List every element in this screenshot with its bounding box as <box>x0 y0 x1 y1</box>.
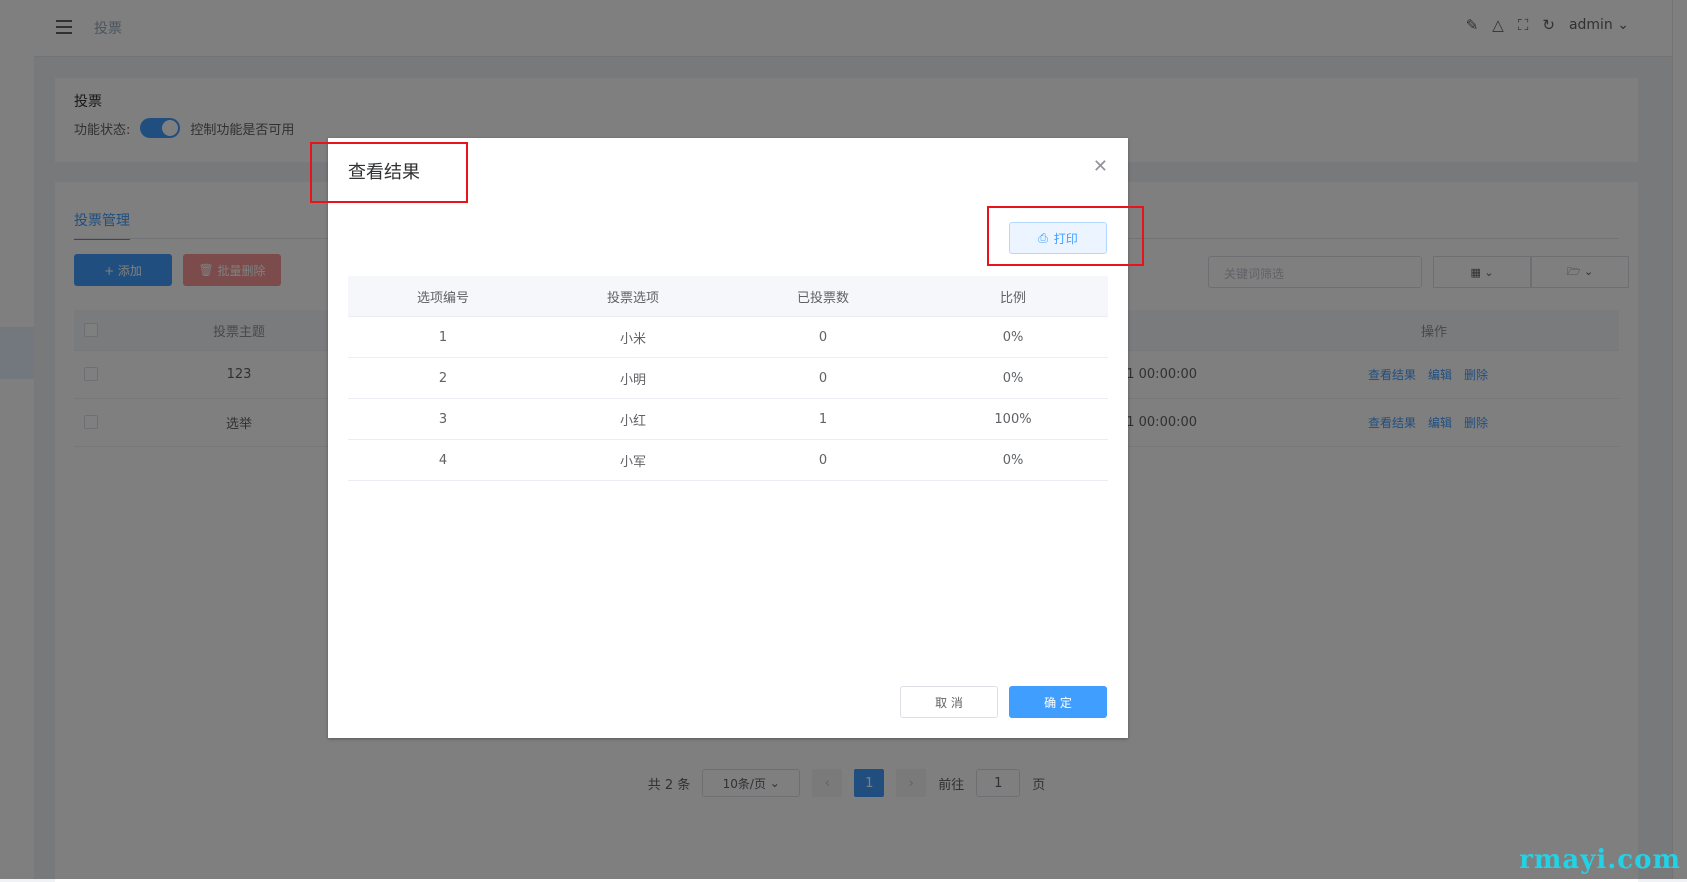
cell-option: 小军 <box>619 454 646 470</box>
cell-option: 小红 <box>619 413 646 429</box>
close-icon[interactable]: ✕ <box>1093 156 1108 177</box>
cell-option: 小米 <box>619 331 646 347</box>
cell-ratio: 0% <box>1002 452 1024 468</box>
cell-option: 小明 <box>619 372 646 388</box>
cell-option-id: 1 <box>438 329 448 345</box>
cell-ratio: 0% <box>1002 370 1024 386</box>
result-table-header: 选项编号 投票选项 已投票数 比例 <box>348 276 1108 317</box>
cell-option-id: 3 <box>438 411 448 427</box>
cell-vote-count: 0 <box>818 329 828 345</box>
col-option-id: 选项编号 <box>416 290 469 306</box>
cell-option-id: 2 <box>438 370 448 386</box>
col-ratio: 比例 <box>999 290 1026 306</box>
confirm-button[interactable]: 确 定 <box>1009 686 1107 718</box>
table-row: 4 小军 0 0% <box>348 440 1108 481</box>
cell-vote-count: 0 <box>818 452 828 468</box>
cell-option-id: 4 <box>438 452 448 468</box>
table-row: 3 小红 1 100% <box>348 399 1108 440</box>
cancel-button[interactable]: 取 消 <box>900 686 998 718</box>
watermark: rmayi.com <box>1519 845 1681 875</box>
cell-vote-count: 0 <box>818 370 828 386</box>
highlight-box-print <box>987 206 1144 266</box>
cell-ratio: 0% <box>1002 329 1024 345</box>
table-row: 2 小明 0 0% <box>348 358 1108 399</box>
result-table: 选项编号 投票选项 已投票数 比例 1 小米 0 0% 2 小明 0 0% 3 … <box>348 276 1108 481</box>
highlight-box-title <box>310 142 468 203</box>
col-option: 投票选项 <box>606 290 659 306</box>
col-vote-count: 已投票数 <box>796 290 849 306</box>
table-row: 1 小米 0 0% <box>348 317 1108 358</box>
cell-vote-count: 1 <box>818 411 828 427</box>
cell-ratio: 100% <box>994 411 1032 427</box>
